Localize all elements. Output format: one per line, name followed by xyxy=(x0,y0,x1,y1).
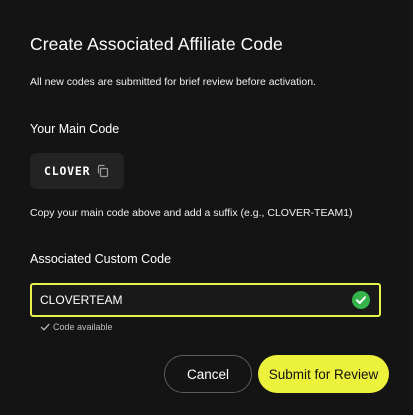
cancel-button[interactable]: Cancel xyxy=(164,355,252,393)
checkmark-icon xyxy=(40,323,50,331)
availability-text: Code available xyxy=(53,322,113,332)
custom-code-label: Associated Custom Code xyxy=(30,252,172,266)
dialog-title: Create Associated Affiliate Code xyxy=(30,34,283,54)
custom-code-input[interactable] xyxy=(32,285,379,315)
availability-status: Code available xyxy=(40,322,113,332)
copy-icon[interactable] xyxy=(96,164,110,178)
check-circle-icon xyxy=(352,291,370,309)
create-affiliate-code-dialog: Create Associated Affiliate Code All new… xyxy=(0,0,413,415)
dialog-subtitle: All new codes are submitted for brief re… xyxy=(30,76,316,88)
main-code-box: CLOVER xyxy=(30,153,124,189)
main-code-label: Your Main Code xyxy=(30,122,120,136)
submit-for-review-button[interactable]: Submit for Review xyxy=(258,355,389,393)
main-code-value: CLOVER xyxy=(44,164,91,178)
suffix-hint: Copy your main code above and add a suff… xyxy=(30,207,353,219)
custom-code-field xyxy=(30,283,381,317)
